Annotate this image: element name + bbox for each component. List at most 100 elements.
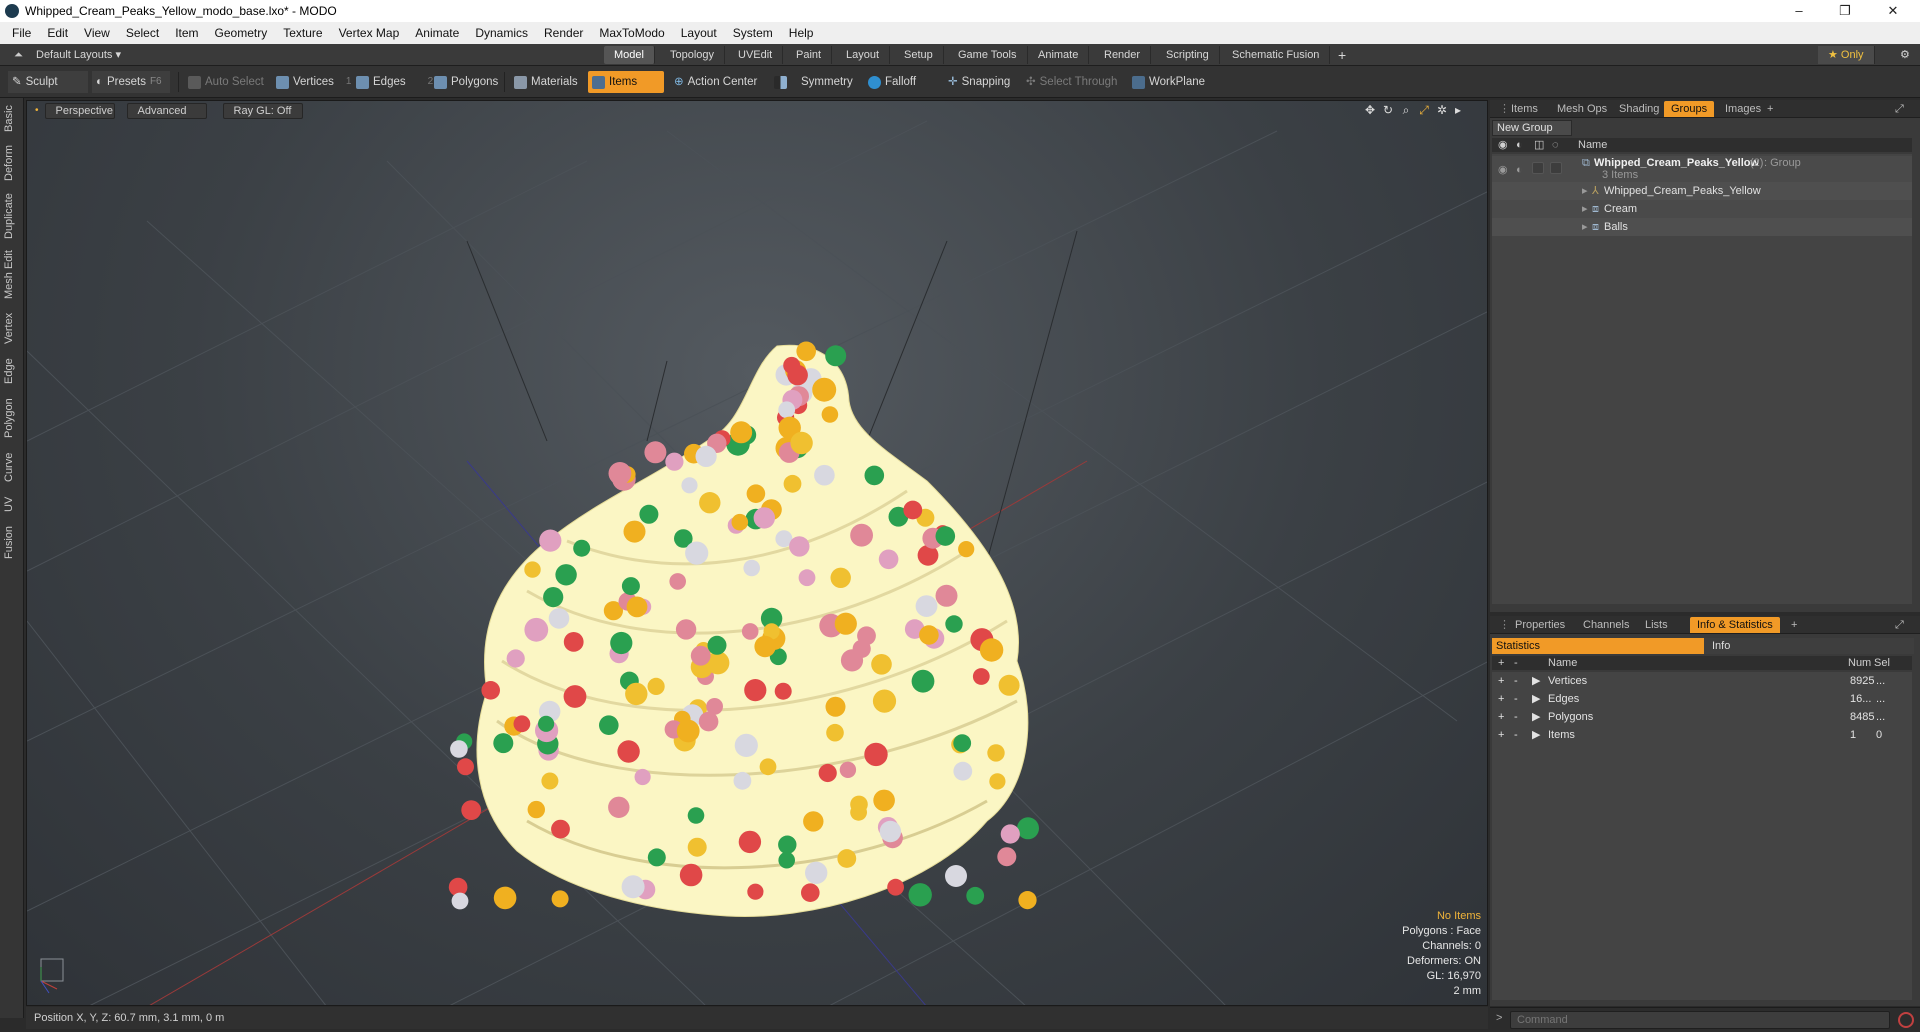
menu-render[interactable]: Render — [536, 22, 591, 44]
menu-vertex-map[interactable]: Vertex Map — [331, 22, 408, 44]
auto-select-button[interactable]: Auto Select — [184, 71, 268, 93]
record-icon[interactable] — [1898, 1012, 1914, 1028]
tab-uv[interactable]: UV — [3, 492, 21, 516]
menu-help[interactable]: Help — [781, 22, 822, 44]
tab-uvedit[interactable]: UVEdit — [728, 46, 784, 64]
fit-view-icon[interactable]: ⤢ — [1417, 103, 1431, 117]
expand-arrow-icon[interactable]: ▶ — [1532, 708, 1540, 726]
tab-items[interactable]: Items — [1504, 101, 1545, 117]
menu-layout[interactable]: Layout — [673, 22, 725, 44]
expand-arrow-icon[interactable]: ▸ — [1582, 182, 1588, 200]
workplane-button[interactable]: WorkPlane — [1128, 71, 1209, 93]
menu-select[interactable]: Select — [118, 22, 167, 44]
menu-geometry[interactable]: Geometry — [207, 22, 276, 44]
tab-schematic-fusion[interactable]: Schematic Fusion — [1222, 46, 1331, 64]
viewport-settings-icon[interactable]: ✲ — [1435, 103, 1449, 117]
tab-animate[interactable]: Animate — [1028, 46, 1090, 64]
add-tab-button[interactable]: + — [1328, 46, 1356, 64]
menu-item[interactable]: Item — [167, 22, 206, 44]
sculpt-button[interactable]: ✎ Sculpt — [8, 71, 88, 93]
add-panel-tab-icon[interactable]: + — [1760, 101, 1780, 117]
tab-channels[interactable]: Channels — [1576, 617, 1636, 633]
3d-viewport[interactable]: • Perspective Advanced Ray GL: Off ✥ ↻ ⌕… — [26, 100, 1488, 1006]
group-child-row[interactable]: ▸ ⧈ Balls — [1492, 218, 1912, 236]
expand-panel-icon[interactable]: ⤢ — [1888, 617, 1911, 633]
expand-arrow-icon[interactable]: ▶ — [1532, 726, 1540, 744]
select-through-button[interactable]: ✣ Select Through — [1022, 71, 1121, 93]
tab-setup[interactable]: Setup — [894, 46, 944, 64]
tab-lists[interactable]: Lists — [1638, 617, 1675, 633]
tab-shading[interactable]: Shading — [1612, 101, 1666, 117]
tab-scripting[interactable]: Scripting — [1156, 46, 1220, 64]
polygons-button[interactable]: Polygons — [430, 71, 502, 93]
select-col-icon[interactable]: ◌ — [1552, 138, 1559, 152]
tab-paint[interactable]: Paint — [786, 46, 833, 64]
render-icon[interactable]: ◐ — [1516, 164, 1523, 176]
stat-row[interactable]: + - ▶ Edges 16... ... — [1492, 690, 1912, 708]
tab-curve[interactable]: Curve — [3, 448, 21, 486]
new-group-button[interactable]: New Group — [1492, 120, 1572, 136]
tab-topology[interactable]: Topology — [660, 46, 726, 64]
group-child-row[interactable]: ▸ ⅄ Whipped_Cream_Peaks_Yellow — [1492, 182, 1912, 200]
snapping-button[interactable]: ✛ Snapping — [944, 71, 1014, 93]
stat-row[interactable]: + - ▶ Vertices 8925 ... — [1492, 672, 1912, 690]
expand-arrow-icon[interactable]: ▶ — [1532, 690, 1540, 708]
menu-edit[interactable]: Edit — [39, 22, 76, 44]
tab-polygon[interactable]: Polygon — [3, 394, 21, 442]
tab-game-tools[interactable]: Game Tools — [948, 46, 1028, 64]
materials-button[interactable]: Materials — [510, 71, 582, 93]
close-button[interactable]: ✕ — [1870, 0, 1916, 22]
viewport-menu-icon[interactable]: • — [35, 103, 39, 119]
viewport-more-icon[interactable]: ▸ — [1451, 103, 1465, 117]
gear-icon[interactable]: ⚙ — [1890, 46, 1920, 64]
tab-fusion[interactable]: Fusion — [3, 522, 21, 562]
edges-button[interactable]: Edges 2 — [352, 71, 437, 93]
items-button[interactable]: Items — [588, 71, 664, 93]
render-col-icon[interactable]: ◐ — [1516, 138, 1523, 152]
group-row[interactable]: ◉ ◐ ⧉ Whipped_Cream_Peaks_Yellow (2) : G… — [1492, 156, 1912, 182]
tab-vertex[interactable]: Vertex — [3, 308, 21, 348]
presets-button[interactable]: ◐ Presets F6 — [92, 71, 170, 93]
raygl-toggle[interactable]: Ray GL: Off — [222, 103, 303, 119]
menu-maxtomodo[interactable]: MaxToModo — [591, 22, 672, 44]
menu-animate[interactable]: Animate — [407, 22, 467, 44]
statistics-subtab[interactable]: Statistics — [1492, 638, 1704, 654]
tab-deform[interactable]: Deform — [3, 142, 21, 184]
tab-render[interactable]: Render — [1094, 46, 1152, 64]
symmetry-button[interactable]: Symmetry — [770, 71, 857, 93]
menu-texture[interactable]: Texture — [275, 22, 330, 44]
visibility-eye-icon[interactable]: ◉ — [1498, 164, 1508, 176]
stat-row[interactable]: + - ▶ Polygons 8485 ... — [1492, 708, 1912, 726]
move-view-icon[interactable]: ✥ — [1363, 103, 1377, 117]
default-layouts-dropdown[interactable]: Default Layouts ▾ — [26, 46, 131, 64]
lock-checkbox[interactable] — [1532, 162, 1544, 174]
vertices-button[interactable]: Vertices 1 — [272, 71, 355, 93]
view-mode-dropdown[interactable]: Perspective — [44, 103, 115, 119]
tab-info-statistics[interactable]: Info & Statistics — [1690, 617, 1780, 633]
stat-row[interactable]: + - ▶ Items 1 0 — [1492, 726, 1912, 744]
maximize-button[interactable]: ❐ — [1822, 0, 1868, 22]
tab-mesh-edit[interactable]: Mesh Edit — [3, 248, 21, 302]
menu-file[interactable]: File — [4, 22, 39, 44]
command-input[interactable] — [1510, 1011, 1890, 1029]
menu-dynamics[interactable]: Dynamics — [467, 22, 536, 44]
expand-panel-icon[interactable]: ⤢ — [1888, 101, 1911, 117]
expand-arrow-icon[interactable]: ▸ — [1582, 218, 1588, 236]
rotate-view-icon[interactable]: ↻ — [1381, 103, 1395, 117]
select-checkbox[interactable] — [1550, 162, 1562, 174]
group-child-row[interactable]: ▸ ⧈ Cream — [1492, 200, 1912, 218]
expand-arrow-icon[interactable]: ▸ — [1582, 200, 1588, 218]
tab-duplicate[interactable]: Duplicate — [3, 190, 21, 242]
tab-edge[interactable]: Edge — [3, 354, 21, 388]
expand-arrow-icon[interactable]: ▶ — [1532, 672, 1540, 690]
shading-dropdown[interactable]: Advanced — [126, 103, 207, 119]
visibility-col-icon[interactable]: ◉ — [1498, 138, 1508, 152]
add-panel-tab-icon[interactable]: + — [1784, 617, 1804, 633]
menu-system[interactable]: System — [725, 22, 781, 44]
tab-properties[interactable]: Properties — [1508, 617, 1572, 633]
tab-groups[interactable]: Groups — [1664, 101, 1715, 117]
only-toggle[interactable]: ★ Only — [1818, 46, 1875, 64]
info-subtab[interactable]: Info — [1704, 638, 1914, 654]
tab-layout[interactable]: Layout — [836, 46, 891, 64]
lock-col-icon[interactable]: ◫ — [1534, 138, 1544, 152]
